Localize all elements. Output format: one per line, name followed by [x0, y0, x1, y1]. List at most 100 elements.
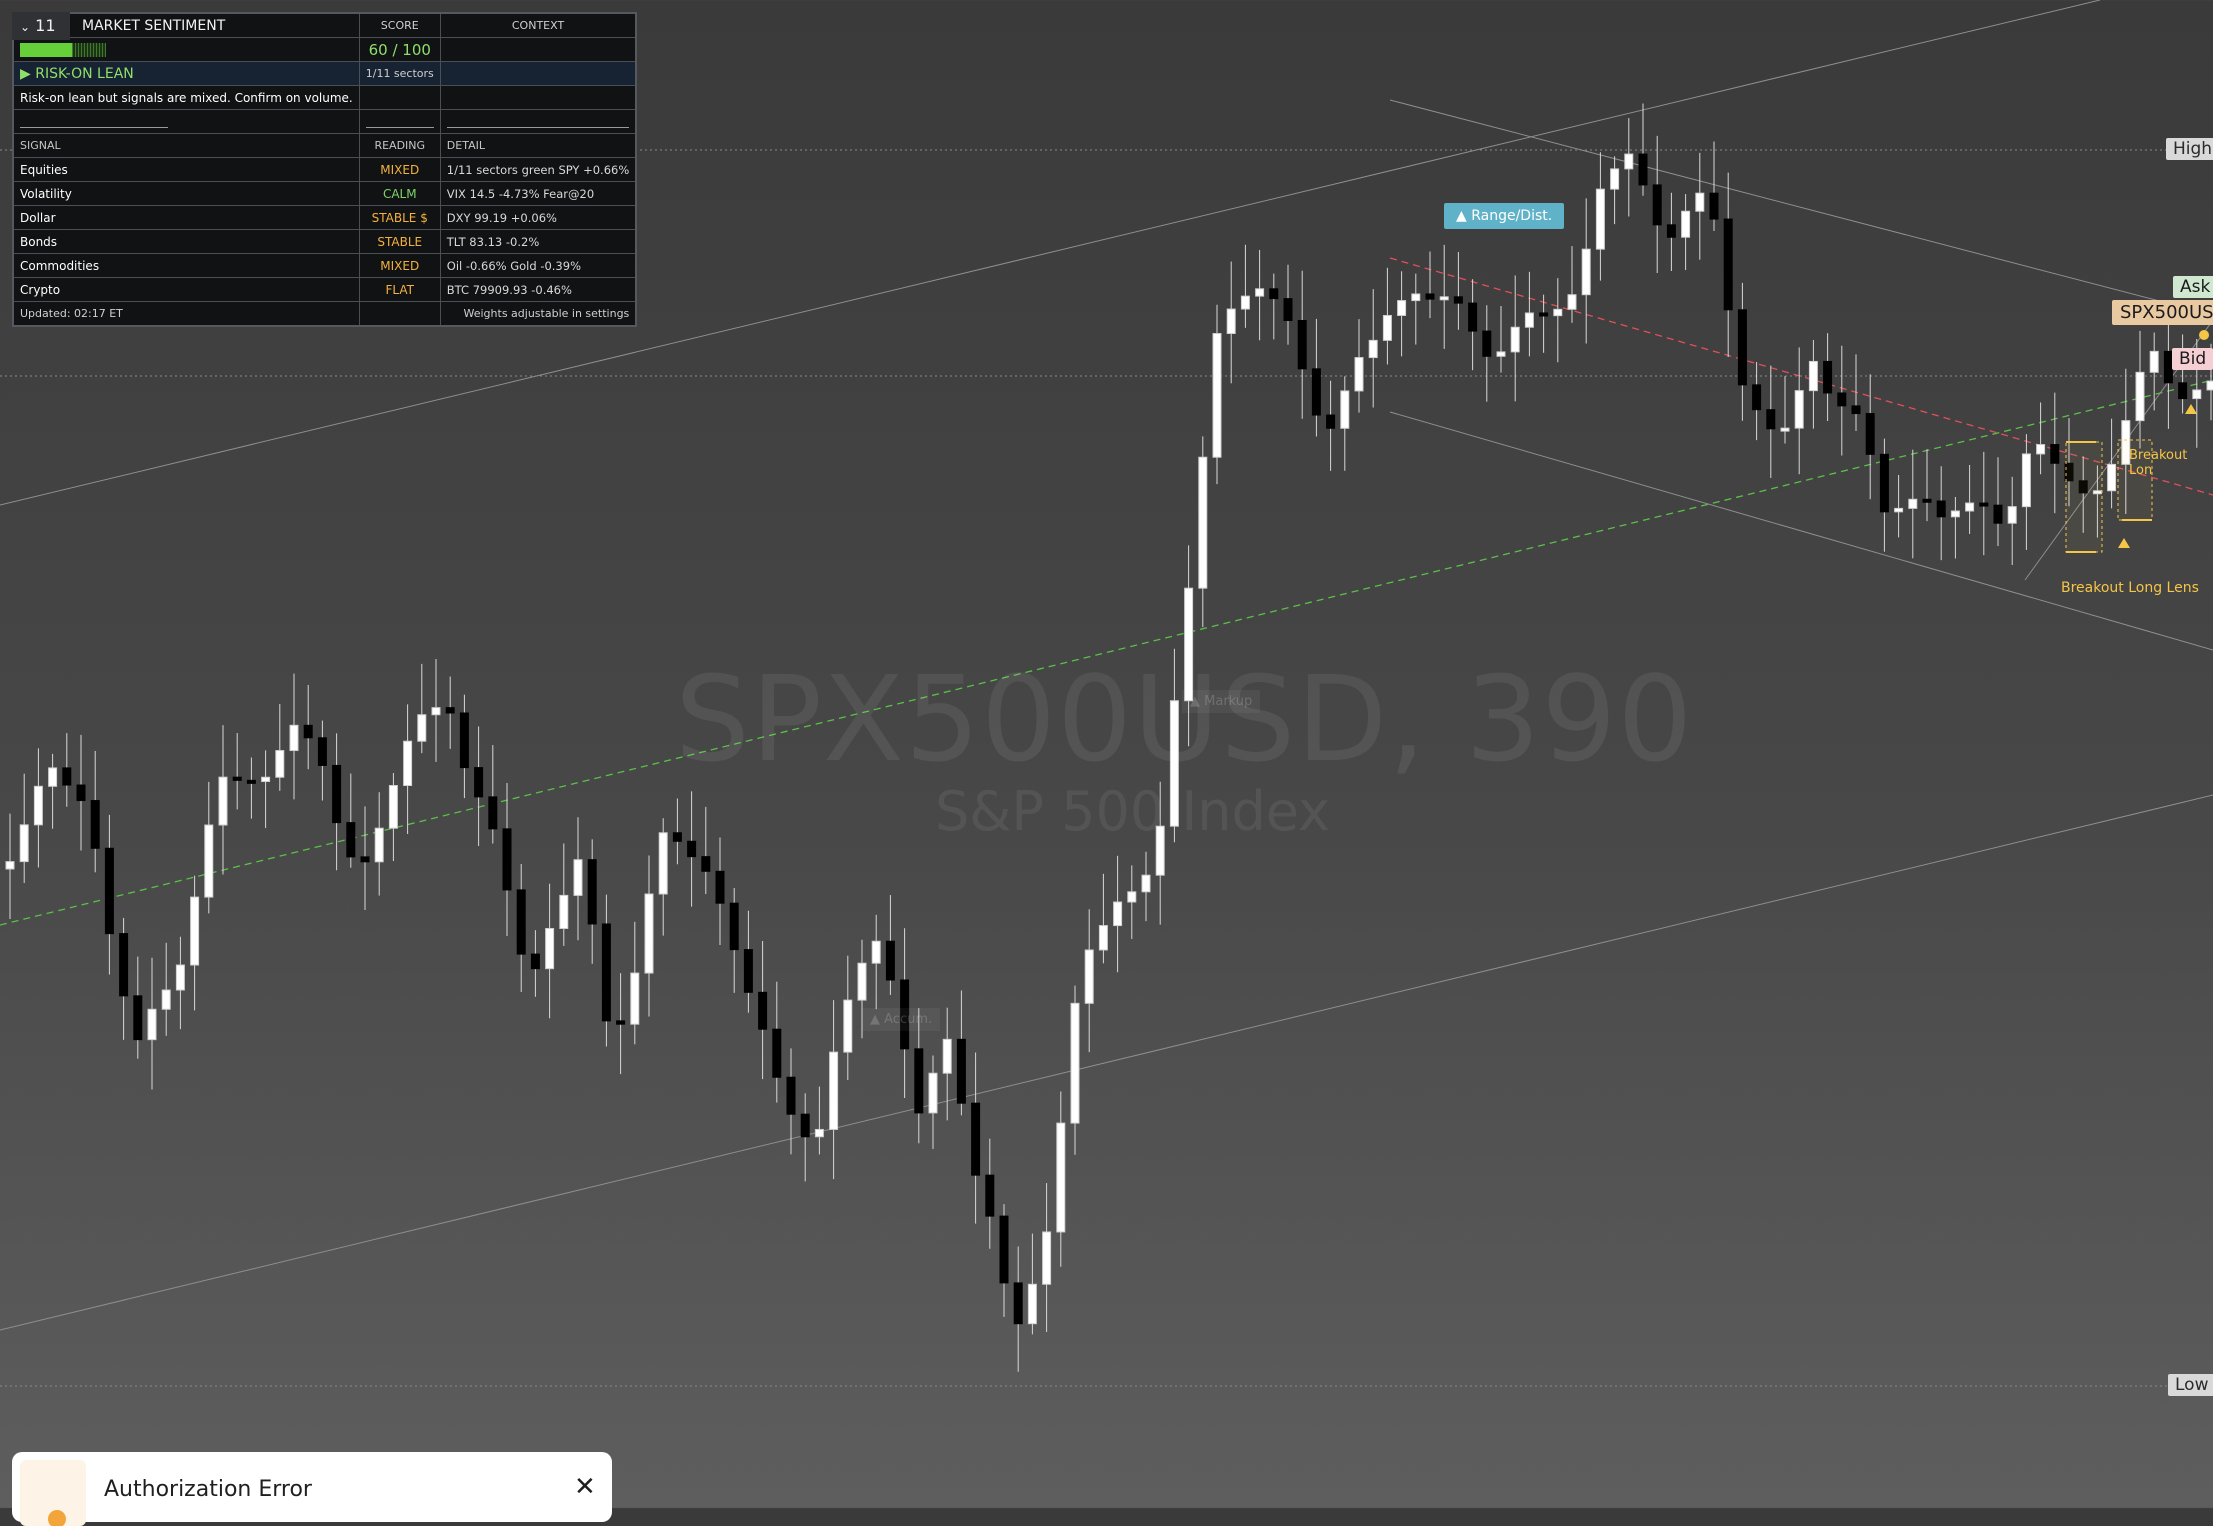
- close-icon[interactable]: ✕: [574, 1472, 596, 1502]
- candle-body: [1468, 302, 1478, 332]
- message-context-cell: [439, 85, 637, 110]
- candle-body: [246, 779, 256, 784]
- candle-body: [672, 832, 682, 842]
- candle-body: [1368, 339, 1378, 359]
- panel-collapse-toggle[interactable]: ⌄ 11: [12, 12, 70, 40]
- candle-body: [545, 927, 555, 970]
- context-column-header: CONTEXT: [439, 12, 637, 38]
- candle-body: [800, 1113, 810, 1138]
- candle-body: [1837, 392, 1847, 407]
- symbol-watermark: SPX500USD, 390: [675, 650, 1694, 788]
- candle-body: [1524, 312, 1534, 328]
- candle-body: [701, 856, 711, 872]
- candle-body: [1212, 333, 1222, 458]
- candle-body: [616, 1020, 626, 1025]
- reading-column-header: READING: [358, 133, 441, 158]
- symbol-price-label: SPX500USD: [2112, 300, 2213, 325]
- warning-icon: [48, 1510, 66, 1526]
- candle-body: [1666, 224, 1676, 238]
- candle-body: [516, 889, 526, 955]
- candle-body: [786, 1076, 796, 1115]
- description-watermark: S&P 500 Index: [935, 780, 1331, 843]
- signal-detail: BTC 79909.93 -0.46%: [439, 277, 637, 302]
- breakout-arrow-marker: [2118, 538, 2130, 548]
- candle-body: [1780, 427, 1790, 432]
- score-bar-cell: [12, 37, 360, 62]
- candle-body: [1652, 184, 1662, 226]
- candle-body: [33, 785, 43, 826]
- candle-body: [48, 767, 58, 787]
- breakout-lens-label: Breakout Long Lens: [2061, 580, 2199, 596]
- candle-body: [1141, 874, 1151, 893]
- candle-body: [62, 767, 72, 786]
- candle-body: [1098, 925, 1108, 951]
- markup-ghost-tag: ▲ Markup: [1182, 690, 1261, 713]
- risk-lean-label: ▶ RISK-ON LEAN: [12, 61, 360, 86]
- signal-name: Commodities: [12, 253, 360, 278]
- candle-body: [417, 714, 427, 742]
- lean-context-cell: [439, 61, 637, 86]
- signal-column-header: SIGNAL: [12, 133, 360, 158]
- signal-row: Bonds STABLE TLT 83.13 -0.2%: [12, 229, 637, 254]
- candle-body: [1397, 300, 1407, 316]
- candle-body: [1595, 188, 1605, 250]
- context-empty-cell: [439, 37, 637, 62]
- message-spacer: [358, 85, 441, 110]
- candle-body: [658, 832, 668, 895]
- candle-body: [1567, 294, 1577, 310]
- candle-body: [76, 784, 86, 802]
- candle-body: [871, 940, 881, 964]
- candle-body: [573, 859, 583, 896]
- candle-body: [2007, 506, 2017, 524]
- candle-body: [190, 896, 200, 966]
- candle-body: [2192, 389, 2202, 400]
- candle-body: [1425, 293, 1435, 300]
- candle-body: [459, 712, 469, 769]
- candle-body: [2107, 463, 2117, 492]
- candle-body: [956, 1038, 966, 1104]
- candle-body: [147, 1008, 157, 1041]
- candle-body: [403, 740, 413, 787]
- candle-body: [2050, 444, 2060, 464]
- high-price-label: High: [2166, 138, 2213, 160]
- candle-body: [2135, 371, 2145, 422]
- candle-body: [1269, 288, 1279, 300]
- candle-body: [1198, 456, 1208, 589]
- candle-body: [1013, 1282, 1023, 1325]
- candle-body: [1752, 384, 1762, 411]
- candle-body: [1311, 368, 1321, 416]
- candle-body: [133, 995, 143, 1041]
- signal-name: Bonds: [12, 229, 360, 254]
- candle-body: [431, 707, 441, 716]
- candle-body: [90, 800, 100, 849]
- candle-body: [488, 796, 498, 830]
- candle-body: [644, 893, 654, 974]
- candle-body: [388, 785, 398, 829]
- candle-body: [5, 861, 15, 870]
- candle-body: [502, 828, 512, 891]
- candle-body: [1695, 192, 1705, 212]
- candle-body: [161, 989, 171, 1010]
- market-sentiment-panel: MARKET SENTIMENT SCORE CONTEXT 60 / 100 …: [12, 12, 638, 327]
- candle-body: [1226, 308, 1236, 335]
- ask-price-label: Ask: [2173, 276, 2213, 298]
- candle-body: [729, 902, 739, 951]
- candle-body: [2206, 380, 2213, 391]
- candle-body: [1709, 192, 1719, 220]
- breakout-arrow-marker: [2185, 404, 2197, 414]
- candle-body: [1894, 507, 1904, 513]
- score-bar-remainder: [72, 42, 106, 57]
- candle-body: [1056, 1122, 1066, 1233]
- candle-body: [1681, 210, 1691, 238]
- candle-body: [743, 949, 753, 993]
- candle-body: [261, 776, 271, 783]
- candle-body: [232, 776, 242, 781]
- candle-body: [559, 894, 569, 929]
- bid-price-label: Bid: [2172, 348, 2213, 370]
- candle-body: [758, 991, 768, 1030]
- candle-body: [1382, 314, 1392, 341]
- candle-body: [843, 999, 853, 1053]
- candle-body: [374, 827, 384, 863]
- collapse-count: 11: [35, 16, 56, 35]
- candle-body: [1496, 351, 1506, 357]
